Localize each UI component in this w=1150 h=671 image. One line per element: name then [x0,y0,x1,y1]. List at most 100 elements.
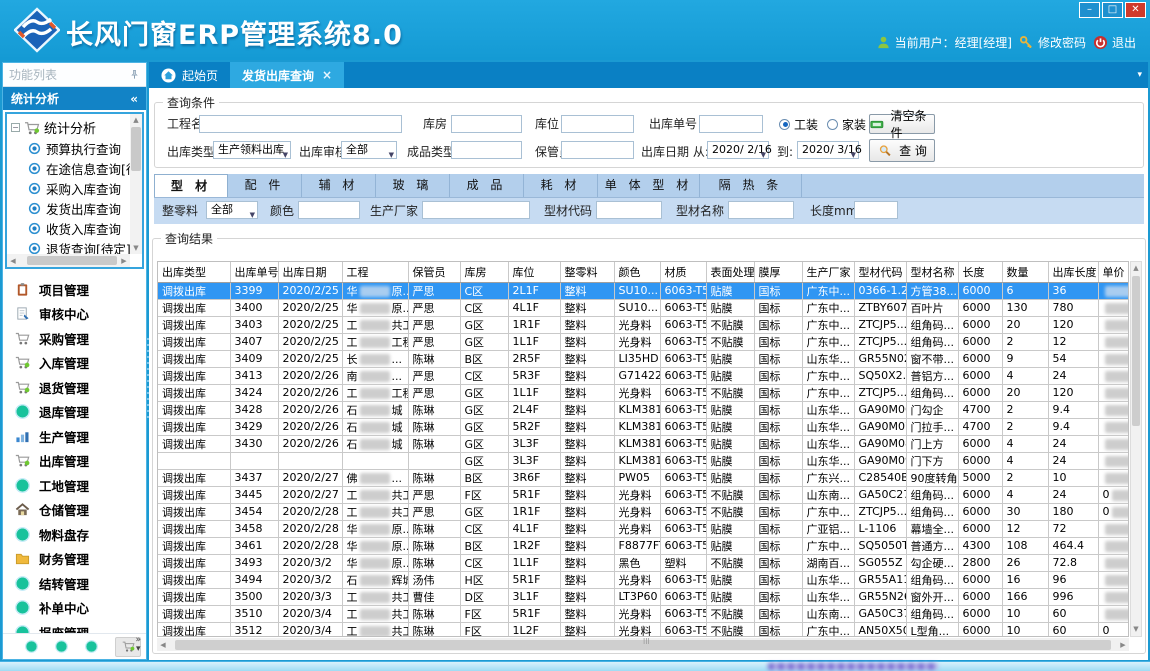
tree-item-3[interactable]: 采购入库查询 [11,178,140,198]
table-row[interactable]: 调拨出库34092020/2/25长...陈琳B区2R5F整料LI35HD606… [158,350,1129,367]
tab-起始页[interactable]: 起始页 [149,62,230,88]
column-header-数量[interactable]: 数量 [1002,262,1048,282]
table-row[interactable]: 调拨出库34302020/2/26石城陈琳G区3L3F整料KLM38176063… [158,435,1129,452]
column-header-整零料[interactable]: 整零料 [560,262,614,282]
column-header-材质[interactable]: 材质 [660,262,706,282]
logout-button[interactable]: 退出 [1093,34,1136,51]
column-header-生产厂家[interactable]: 生产厂家 [802,262,854,282]
sidebar-item-财务管理[interactable]: 财务管理 [3,547,146,572]
shortcut-dot-icon[interactable] [85,640,98,653]
column-header-型材名称[interactable]: 型材名称 [906,262,958,282]
tree-item-2[interactable]: 在途信息查询[待 [11,158,140,178]
column-header-保管员[interactable]: 保管员 [408,262,460,282]
tree-item-1[interactable]: 预算执行查询 [11,138,140,158]
warehouse-input[interactable] [451,115,522,133]
table-row[interactable]: 调拨出库34542020/2/28工共工程严思G区1R1F整料光身料6063-T… [158,503,1129,520]
table-row[interactable]: 调拨出库34372020/2/27佛...陈琳B区3R6F整料PW056063-… [158,469,1129,486]
collapse-icon[interactable]: « [130,92,138,106]
table-row[interactable]: 调拨出库33992020/2/25华原...严思C区2L1F整料SU10...6… [158,282,1129,299]
tree-horizontal-scrollbar[interactable]: ◀ ▶ [7,254,130,267]
profile-code-input[interactable] [596,201,662,219]
radio-industrial[interactable]: 工装 [779,115,818,133]
sidebar-section-statistics[interactable]: 统计分析 « [3,87,146,110]
sidebar-item-物料盘存[interactable]: 物料盘存 [3,522,146,547]
tab-close-icon[interactable]: × [322,68,332,82]
material-tab-单体型材[interactable]: 单 体 型 材 [598,174,700,197]
tab-发货出库查询[interactable]: 发货出库查询× [230,62,344,88]
location-input[interactable] [561,115,634,133]
results-vertical-scrollbar[interactable]: ▲ ▼ [1130,261,1142,637]
sidebar-item-结转管理[interactable]: 结转管理 [3,571,146,596]
table-row[interactable]: 调拨出库35122020/3/4工共工程陈琳F区1L2F整料光身料6063-T5… [158,622,1129,637]
column-header-库位[interactable]: 库位 [508,262,560,282]
column-header-出库日期[interactable]: 出库日期 [278,262,342,282]
tree-root-statistics[interactable]: − 统计分析 [11,117,140,138]
sidebar-item-采购管理[interactable]: 采购管理 [3,326,146,351]
tree-item-5[interactable]: 收货入库查询 [11,218,140,238]
table-row[interactable]: 调拨出库34282020/2/26石城陈琳G区2L4F整料KLM38176063… [158,401,1129,418]
table-row[interactable]: 调拨出库34132020/2/26南...严思C区5R3F整料G71422606… [158,367,1129,384]
overflow-chevron-icon[interactable]: »▾ [135,636,141,654]
column-header-型材代码[interactable]: 型材代码 [854,262,906,282]
table-row[interactable]: 调拨出库34932020/3/2华原...陈琳C区1L1F整料黑色塑料不贴膜国标… [158,554,1129,571]
table-row[interactable]: 调拨出库34942020/3/2石辉城汤伟H区5R1F整料光身料6063-T5贴… [158,571,1129,588]
table-row[interactable]: 调拨出库34002020/2/25华原...严思C区4L1F整料SU10...6… [158,299,1129,316]
project-name-input[interactable] [199,115,402,133]
table-row[interactable]: G区3L3F整料KLM38176063-T5贴膜国标山东华...GA90M09.… [158,452,1129,469]
material-tab-耗材[interactable]: 耗 材 [524,174,598,197]
table-row[interactable]: 调拨出库34612020/2/28华原...陈琳B区1R2F整料F8877FT6… [158,537,1129,554]
search-button[interactable]: 查 询 [869,139,935,162]
sidebar-item-审核中心[interactable]: 审核中心 [3,302,146,327]
audit-select[interactable]: 全部 [341,141,397,159]
results-horizontal-scrollbar[interactable]: ◀▶ [157,638,1129,651]
table-row[interactable]: 调拨出库35102020/3/4工共工程陈琳F区5R1F整料光身料6063-T5… [158,605,1129,622]
column-header-工程[interactable]: 工程 [342,262,408,282]
column-header-出库类型[interactable]: 出库类型 [158,262,230,282]
material-tab-辅材[interactable]: 辅 材 [302,174,376,197]
sidebar-item-报废管理[interactable]: 报废管理 [3,620,146,633]
sidebar-item-出库管理[interactable]: 出库管理 [3,449,146,474]
product-type-input[interactable] [451,141,522,159]
sidebar-item-项目管理[interactable]: 项目管理 [3,277,146,302]
tab-list-chevron-icon[interactable]: ▾ [1137,70,1142,80]
column-header-膜厚[interactable]: 膜厚 [754,262,802,282]
date-to-select[interactable]: 2020/ 3/16 [797,141,859,159]
shortcut-dot-icon[interactable] [25,640,38,653]
material-tab-玻璃[interactable]: 玻 璃 [376,174,450,197]
tree-expander-icon[interactable]: − [11,123,20,132]
material-tab-成品[interactable]: 成 品 [450,174,524,197]
material-tab-配件[interactable]: 配 件 [228,174,302,197]
profile-name-input[interactable] [728,201,794,219]
shortcut-dot-icon[interactable] [55,640,68,653]
color-input[interactable] [298,201,360,219]
sidebar-item-生产管理[interactable]: 生产管理 [3,424,146,449]
change-password-button[interactable]: 修改密码 [1019,34,1086,51]
column-header-单价[interactable]: 单价 [1098,262,1129,282]
minimize-button[interactable]: – [1079,2,1100,18]
sidebar-item-工地管理[interactable]: 工地管理 [3,473,146,498]
keeper-input[interactable] [561,141,634,159]
column-header-长度[interactable]: 长度 [958,262,1002,282]
clear-conditions-button[interactable]: 清空条件 [869,114,935,134]
sidebar-item-退库管理[interactable]: 退库管理 [3,400,146,425]
material-tab-隔热条[interactable]: 隔 热 条 [700,174,802,197]
whole-part-select[interactable]: 全部 [206,201,258,219]
table-row[interactable]: 调拨出库35002020/3/3工共工程曹佳D区3L1F整料LT3P606063… [158,588,1129,605]
radio-home[interactable]: 家装 [827,115,866,133]
column-header-出库单号[interactable]: 出库单号 [230,262,278,282]
maximize-button[interactable]: □ [1102,2,1123,18]
table-row[interactable]: 调拨出库34452020/2/27工共工程严思F区5R1F整料光身料6063-T… [158,486,1129,503]
table-row[interactable]: 调拨出库34032020/2/25工共工程严思G区1R1F整料光身料6063-T… [158,316,1129,333]
column-header-颜色[interactable]: 颜色 [614,262,660,282]
manufacturer-input[interactable] [422,201,530,219]
date-from-select[interactable]: 2020/ 2/16 [707,141,769,159]
material-tab-型材[interactable]: 型 材 [154,174,228,197]
outbound-type-select[interactable]: 生产领料出库 [213,141,291,159]
sidebar-item-退货管理[interactable]: 退货管理 [3,375,146,400]
table-row[interactable]: 调拨出库34242020/2/26工工程严思G区1L1F整料光身料6063-T5… [158,384,1129,401]
pin-icon[interactable] [129,69,140,80]
close-button[interactable]: ✕ [1125,2,1146,18]
sidebar-item-入库管理[interactable]: 入库管理 [3,351,146,376]
sidebar-item-仓储管理[interactable]: 仓储管理 [3,498,146,523]
tree-vertical-scrollbar[interactable]: ▲ ▼ [130,114,142,254]
